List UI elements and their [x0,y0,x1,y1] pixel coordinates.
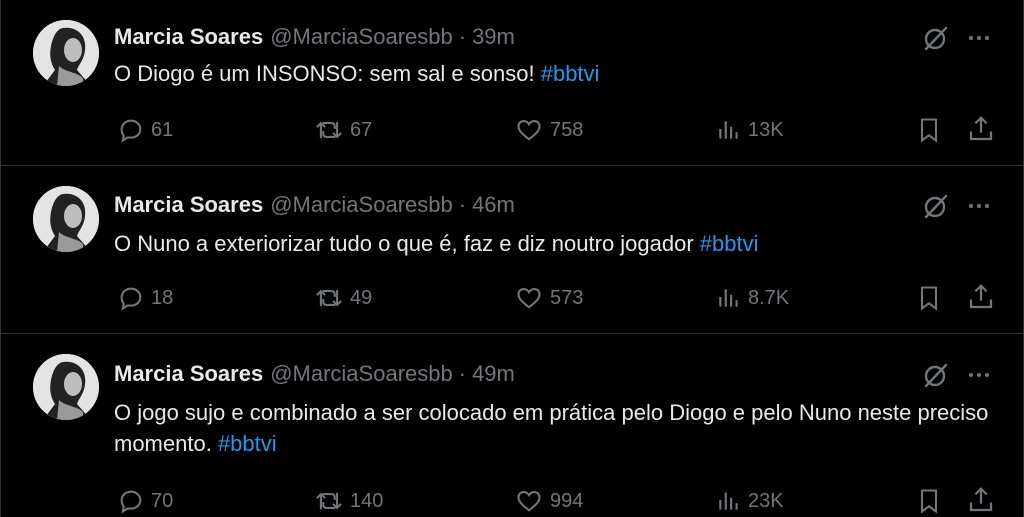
timeline-feed: Marcia Soares @MarciaSoaresbb · 39m O Di… [0,0,1024,517]
reply-count: 70 [151,489,174,512]
retweet-icon [316,121,342,139]
retweet-icon [316,492,342,510]
share-icon[interactable] [966,485,996,515]
like-icon [517,119,541,141]
hashtag-link[interactable]: #bbtvi [541,61,600,86]
more-icon[interactable] [963,28,995,48]
like-button[interactable]: 994 [514,486,583,516]
grok-icon[interactable] [919,190,951,222]
tweet-text: O jogo sujo e combinado a ser colocado e… [114,397,1004,459]
reply-icon [120,287,142,311]
avatar[interactable] [33,20,99,86]
retweet-button[interactable]: 140 [314,486,383,516]
tweet-body: O Nuno a exteriorizar tudo o que é, faz … [114,231,700,256]
tweet[interactable]: Marcia Soares @MarciaSoaresbb · 49m O jo… [1,334,1023,517]
reply-count: 61 [151,118,174,141]
tweet-text: O Diogo é um INSONSO: sem sal e sonso! #… [114,58,1004,89]
reply-button[interactable]: 61 [117,115,173,145]
more-icon[interactable] [963,365,995,385]
separator-dot: · [458,24,467,49]
bookmark-icon[interactable] [915,115,945,145]
like-count: 573 [550,286,584,309]
separator-dot: · [458,192,467,217]
like-button[interactable]: 573 [514,283,583,313]
views-icon [719,121,738,139]
tweet-header: Marcia Soares @MarciaSoaresbb · 39m [114,22,515,52]
author-handle[interactable]: @MarciaSoaresbb [270,361,453,387]
author-handle[interactable]: @MarciaSoaresbb [270,24,453,50]
grok-icon[interactable] [919,22,951,54]
views-count: 8.7K [748,286,790,309]
reply-icon [120,119,142,143]
retweet-button[interactable]: 49 [314,283,372,313]
views-button[interactable]: 13K [716,115,784,145]
retweet-count: 140 [350,489,384,512]
author-handle[interactable]: @MarciaSoaresbb [270,192,453,218]
like-icon [517,287,541,309]
views-count: 23K [748,489,784,512]
bookmark-icon[interactable] [915,283,945,313]
retweet-button[interactable]: 67 [314,115,372,145]
more-icon[interactable] [963,196,995,216]
avatar[interactable] [33,186,99,252]
author-name[interactable]: Marcia Soares [114,192,263,218]
separator-dot: · [458,361,467,386]
tweet-body: O Diogo é um INSONSO: sem sal e sonso! [114,61,541,86]
reply-count: 18 [151,286,174,309]
like-count: 994 [550,489,584,512]
retweet-count: 49 [350,286,373,309]
grok-icon[interactable] [919,359,951,391]
hashtag-link[interactable]: #bbtvi [700,231,759,256]
views-icon [719,492,738,510]
reply-button[interactable]: 18 [117,283,173,313]
author-name[interactable]: Marcia Soares [114,24,263,50]
author-name[interactable]: Marcia Soares [114,361,263,387]
share-icon[interactable] [966,282,996,312]
retweet-count: 67 [350,118,373,141]
tweet[interactable]: Marcia Soares @MarciaSoaresbb · 46m O Nu… [1,166,1023,334]
hashtag-link[interactable]: #bbtvi [218,431,277,456]
views-icon [719,289,738,307]
timestamp[interactable]: 39m [472,24,515,50]
share-icon[interactable] [966,114,996,144]
views-button[interactable]: 23K [716,486,784,516]
bookmark-icon[interactable] [915,486,945,516]
timestamp[interactable]: 49m [472,361,515,387]
tweet-header: Marcia Soares @MarciaSoaresbb · 46m [114,190,515,220]
timestamp[interactable]: 46m [472,192,515,218]
avatar[interactable] [33,354,99,420]
reply-button[interactable]: 70 [117,486,173,516]
retweet-icon [316,289,342,307]
reply-icon [120,490,142,514]
like-button[interactable]: 758 [514,115,583,145]
tweet-header: Marcia Soares @MarciaSoaresbb · 49m [114,359,515,389]
tweet[interactable]: Marcia Soares @MarciaSoaresbb · 39m O Di… [1,0,1023,166]
views-button[interactable]: 8.7K [716,283,789,313]
views-count: 13K [748,118,784,141]
like-count: 758 [550,118,584,141]
like-icon [517,490,541,512]
tweet-text: O Nuno a exteriorizar tudo o que é, faz … [114,228,1004,259]
